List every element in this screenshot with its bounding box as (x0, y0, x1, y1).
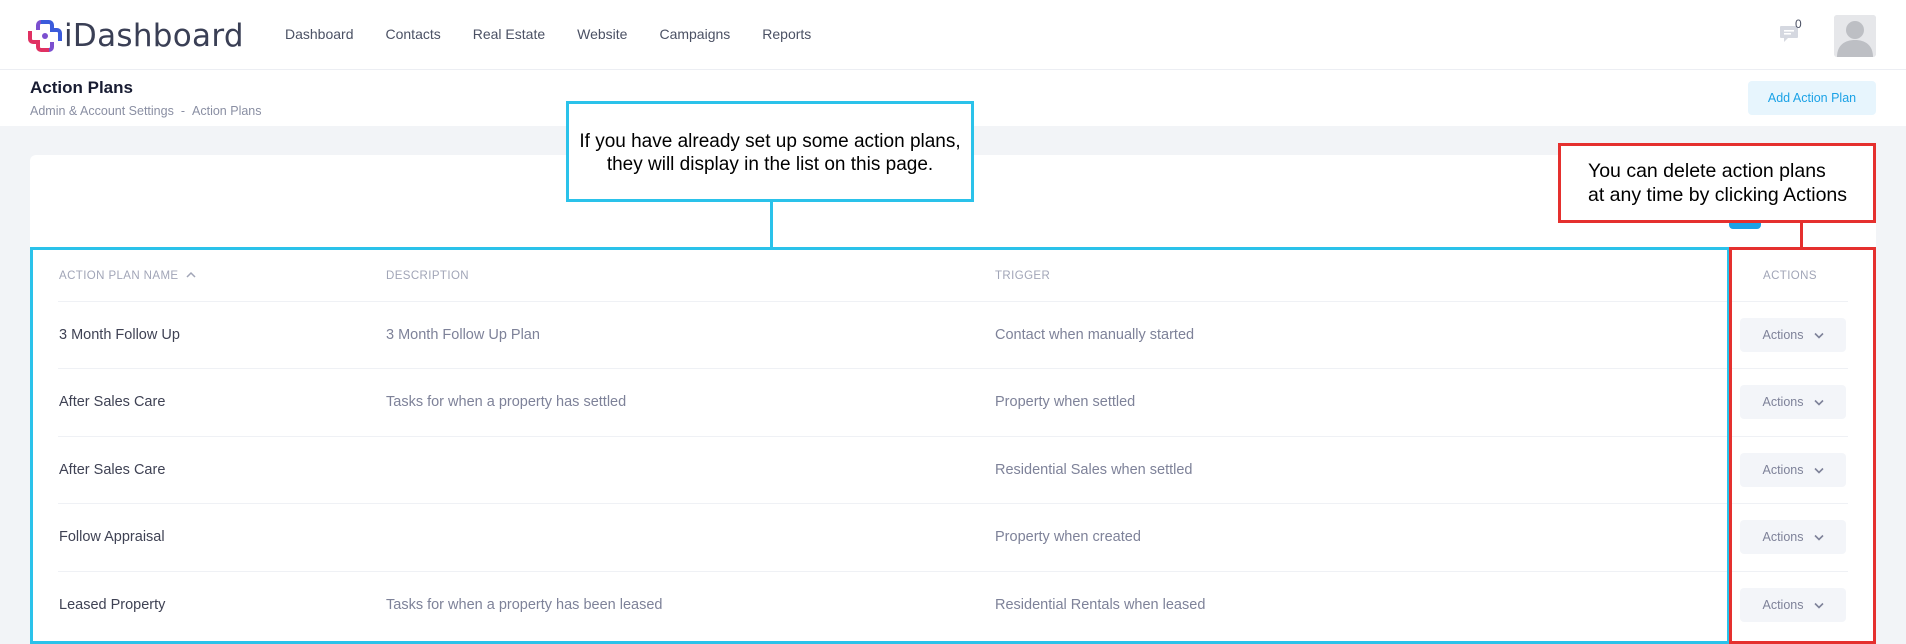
notification-count: 0 (1795, 17, 1802, 31)
nav-item-website[interactable]: Website (577, 26, 627, 42)
breadcrumb-separator: - (180, 104, 186, 118)
annotation-connector-red (1800, 223, 1803, 248)
avatar-icon[interactable] (1834, 15, 1876, 57)
callout-list-line-1: If you have already set up some action p… (579, 131, 961, 152)
callout-actions-line-1: You can delete action plans (1588, 160, 1826, 182)
nav-item-reports[interactable]: Reports (762, 26, 811, 42)
callout-actions-line-2: at any time by clicking Actions (1588, 184, 1848, 206)
annotation-connector-cyan (770, 202, 773, 248)
logo-icon (28, 19, 62, 53)
breadcrumb-item-admin[interactable]: Admin & Account Settings (30, 104, 174, 118)
annotation-callout-list: If you have already set up some action p… (566, 101, 974, 202)
page-title: Action Plans (30, 78, 133, 97)
add-action-plan-button[interactable]: Add Action Plan (1748, 81, 1876, 115)
app-name: iDashboard (64, 18, 244, 54)
nav-item-campaigns[interactable]: Campaigns (659, 26, 730, 42)
breadcrumb: Admin & Account Settings - Action Plans (30, 104, 262, 118)
annotation-callout-actions: You can delete action plans at any time … (1558, 143, 1876, 223)
nav-item-contacts[interactable]: Contacts (386, 26, 441, 42)
callout-list-line-2: they will display in the list on this pa… (606, 154, 934, 175)
top-navbar: iDashboard Dashboard Contacts Real Estat… (0, 0, 1906, 70)
nav-item-dashboard[interactable]: Dashboard (285, 26, 354, 42)
annotation-actions-highlight (1729, 247, 1876, 644)
annotation-list-highlight (30, 247, 1730, 644)
breadcrumb-item-action-plans[interactable]: Action Plans (192, 104, 261, 118)
app-logo[interactable]: iDashboard (28, 18, 244, 54)
main-nav: Dashboard Contacts Real Estate Website C… (285, 26, 843, 42)
nav-item-real-estate[interactable]: Real Estate (473, 26, 545, 42)
